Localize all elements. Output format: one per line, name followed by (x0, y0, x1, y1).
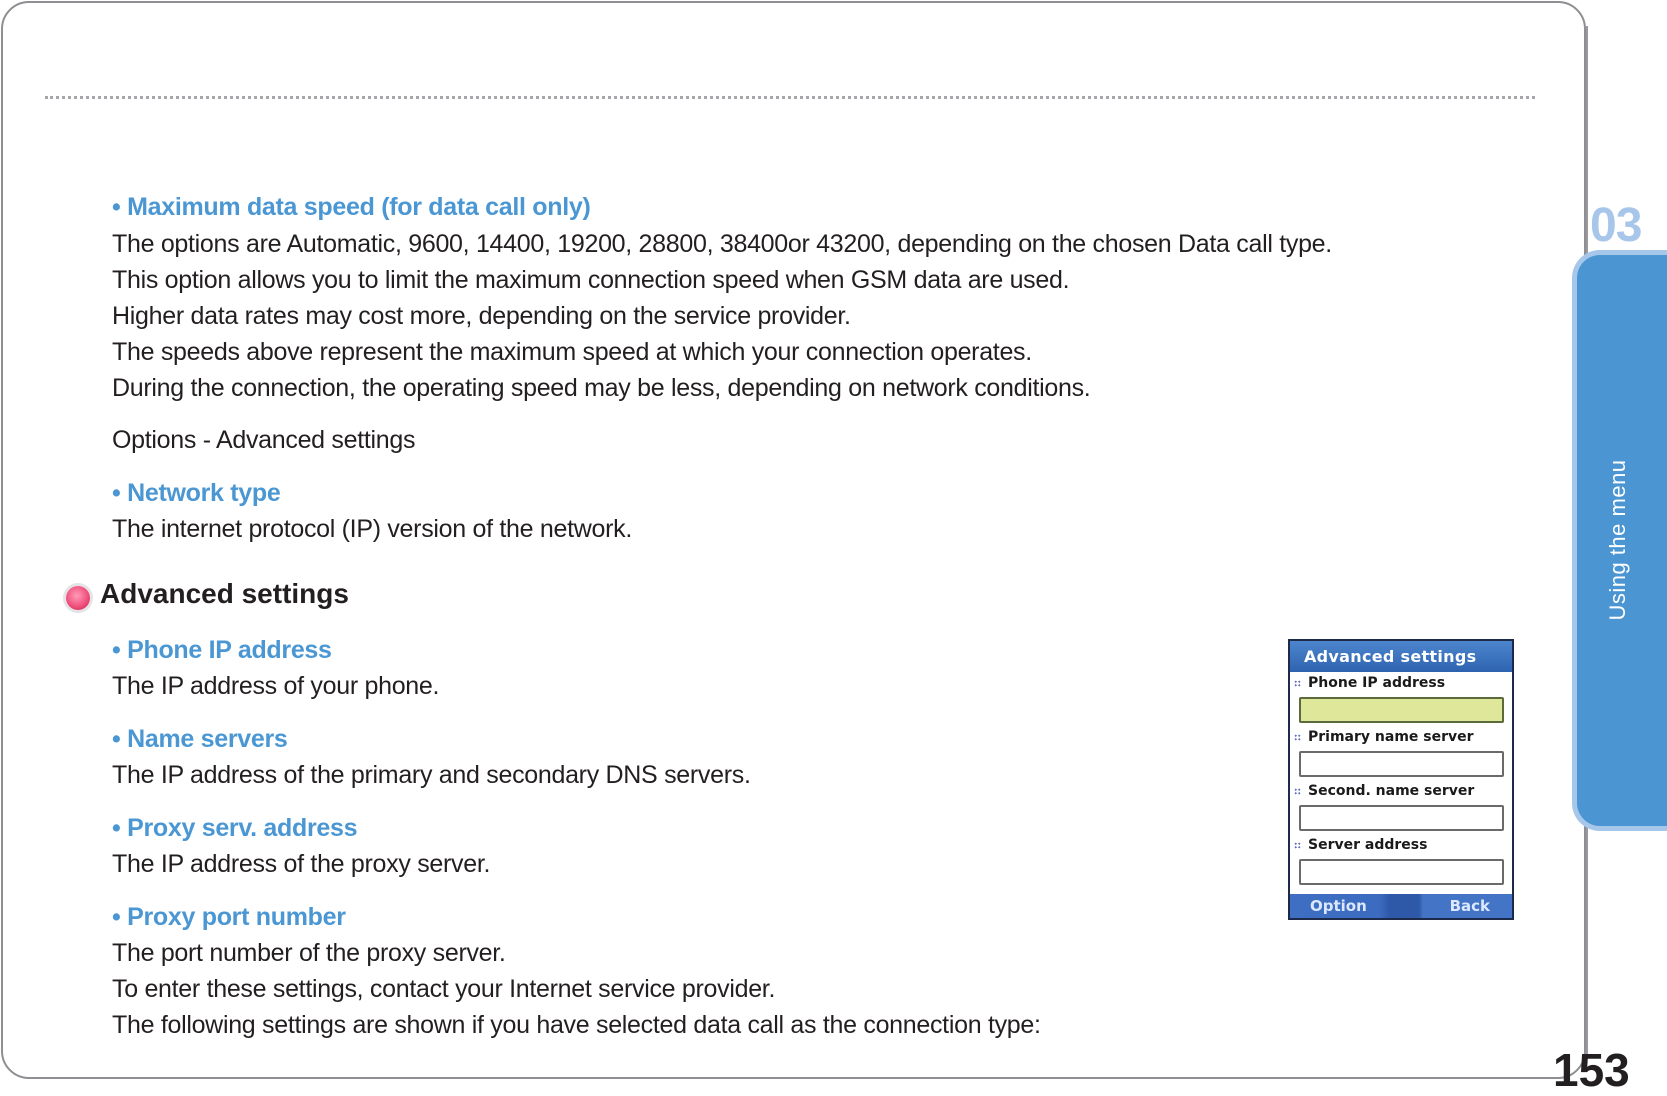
phone-field-label-text: Primary name server (1308, 729, 1474, 745)
primary-name-server-input[interactable] (1299, 751, 1504, 777)
phone-field-label: Phone IP address (1290, 672, 1512, 694)
chapter-tab-label: Using the menu (1605, 459, 1630, 621)
proxy-port-line: The port number of the proxy server. (112, 939, 506, 967)
phone-ip-heading: • Phone IP address (112, 636, 332, 664)
proxy-address-heading: • Proxy serv. address (112, 814, 358, 842)
phone-ip-input[interactable] (1299, 697, 1504, 723)
phone-field-label: Second. name server (1290, 780, 1512, 802)
phone-field-label-text: Server address (1308, 837, 1428, 853)
option-softkey[interactable]: Option (1310, 894, 1367, 918)
grid-bullet-icon (1294, 679, 1301, 687)
grid-bullet-icon (1294, 841, 1301, 849)
proxy-port-heading: • Proxy port number (112, 903, 346, 931)
phone-ip-text: The IP address of your phone. (112, 672, 440, 700)
section-title: Advanced settings (100, 578, 349, 609)
name-servers-text: The IP address of the primary and second… (112, 761, 751, 789)
network-type-text: The internet protocol (IP) version of th… (112, 515, 632, 543)
grid-bullet-icon (1294, 787, 1301, 795)
section-bullet-icon (66, 586, 90, 610)
proxy-port-line: To enter these settings, contact your In… (112, 975, 776, 1003)
phone-softkey-bar: Option Back (1290, 894, 1512, 918)
header-dotted-divider (45, 96, 1535, 99)
max-speed-line: This option allows you to limit the maxi… (112, 266, 1070, 294)
max-speed-line: The options are Automatic, 9600, 14400, … (112, 230, 1332, 258)
back-softkey[interactable]: Back (1450, 894, 1490, 918)
phone-field-label: Primary name server (1290, 726, 1512, 748)
grid-bullet-icon (1294, 733, 1301, 741)
proxy-port-line: The following settings are shown if you … (112, 1011, 1041, 1039)
phone-field-label-text: Phone IP address (1308, 675, 1446, 691)
name-servers-heading: • Name servers (112, 725, 288, 753)
server-address-input[interactable] (1299, 859, 1504, 885)
network-type-heading: • Network type (112, 479, 281, 507)
phone-field-label: Server address (1290, 834, 1512, 856)
max-speed-heading: • Maximum data speed (for data call only… (112, 193, 591, 221)
second-name-server-input[interactable] (1299, 805, 1504, 831)
chapter-number: 03 (1590, 199, 1642, 252)
page-number: 153 (1553, 1044, 1630, 1096)
max-speed-line: During the connection, the operating spe… (112, 374, 1091, 402)
options-path: Options - Advanced settings (112, 426, 416, 454)
phone-screen-title: Advanced settings (1290, 641, 1512, 672)
phone-field-label-text: Second. name server (1308, 783, 1475, 799)
phone-screenshot: Advanced settings Phone IP address Prima… (1288, 639, 1514, 920)
max-speed-line: Higher data rates may cost more, dependi… (112, 302, 851, 330)
proxy-address-text: The IP address of the proxy server. (112, 850, 491, 878)
max-speed-line: The speeds above represent the maximum s… (112, 338, 1032, 366)
